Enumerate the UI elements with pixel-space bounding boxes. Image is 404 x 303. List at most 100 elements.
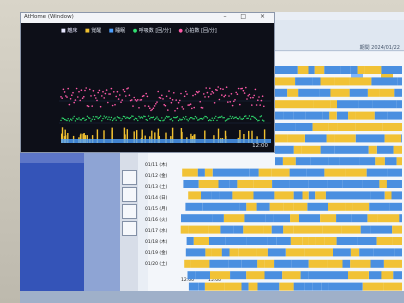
heart-rate-point: [79, 99, 81, 102]
respiration-point: [78, 117, 80, 119]
heart-rate-point: [212, 92, 215, 94]
timeline-segment: [275, 88, 288, 97]
heart-rate-point: [254, 88, 257, 91]
timeline-segment: [348, 282, 363, 291]
respiration-point: [204, 115, 206, 118]
timeline-segment: [287, 134, 305, 143]
respiration-point: [171, 120, 174, 122]
heart-rate-point: [205, 87, 207, 89]
timeline-segment: [186, 237, 194, 245]
timeline-segment: [325, 248, 333, 257]
respiration-point: [144, 115, 146, 118]
timeline-segment: [384, 100, 397, 109]
respiration-point: [123, 116, 126, 118]
timeline-segment: [384, 191, 392, 200]
respiration-point: [96, 116, 98, 118]
timeline-segment: [359, 248, 374, 257]
respiration-point: [183, 118, 186, 120]
timeline-segment: [185, 202, 203, 211]
respiration-point: [248, 115, 251, 117]
heart-rate-point: [241, 87, 243, 90]
timeline-segment: [185, 248, 206, 257]
heart-rate-point: [227, 101, 229, 103]
heart-rate-point: [109, 93, 111, 95]
heart-rate-point: [97, 91, 99, 94]
timeline-segment: [306, 168, 325, 177]
respiration-point: [191, 117, 193, 119]
timeline-segment: [355, 134, 366, 143]
respiration-point: [206, 117, 209, 119]
timeline-segment: [283, 202, 294, 211]
respiration-point: [67, 118, 69, 120]
heart-rate-point: [95, 97, 97, 99]
timeline-segment: [204, 168, 213, 177]
respiration-point: [105, 116, 108, 118]
respiration-point: [235, 116, 237, 118]
respiration-point: [146, 119, 149, 122]
timeline-segment: [229, 248, 239, 257]
respiration-point: [222, 117, 224, 119]
respiration-point: [203, 117, 205, 119]
respiration-point: [210, 119, 212, 122]
heart-rate-point: [224, 94, 227, 97]
heart-rate-point: [170, 101, 173, 104]
timeline-segment: [182, 168, 191, 177]
timeline-segment: [350, 259, 371, 268]
heart-rate-point: [229, 101, 231, 103]
respiration-point: [242, 117, 245, 120]
timeline-segment: [246, 237, 268, 245]
heart-rate-point: [201, 107, 204, 109]
heart-rate-point: [234, 99, 236, 101]
respiration-point: [237, 118, 240, 120]
timeline-segment: [293, 191, 303, 200]
respiration-point: [143, 115, 145, 117]
timeline-segment: [315, 191, 326, 200]
timeline-segment: [367, 214, 378, 223]
timeline-segment: [370, 225, 393, 234]
timeline-segment: [351, 214, 368, 223]
timeline-segment: [320, 214, 337, 223]
timeline-segment: [348, 271, 369, 280]
timeline-segment: [275, 157, 283, 166]
respiration-point: [161, 117, 163, 119]
timeline-segment: [381, 66, 402, 74]
respiration-point: [229, 115, 231, 118]
timeline-segment: [302, 191, 309, 200]
timeline-segment: [297, 66, 309, 74]
timeline-segment: [290, 237, 303, 245]
timeline-segment: [291, 66, 298, 74]
timeline-segment: [376, 145, 394, 154]
respiration-point: [247, 117, 249, 120]
respiration-point: [252, 115, 254, 118]
heart-rate-point: [98, 89, 101, 92]
timeline-segment: [397, 77, 402, 86]
heart-rate-point: [260, 99, 263, 102]
timeline-segment: [367, 88, 380, 97]
heart-rate-point: [74, 99, 77, 101]
heart-rate-point: [104, 92, 107, 95]
heart-rate-point: [67, 87, 69, 90]
respiration-point: [116, 116, 119, 118]
respiration-point: [205, 116, 207, 118]
timeline-segment: [282, 259, 292, 268]
respiration-point: [81, 117, 84, 120]
timeline-segment: [376, 237, 393, 245]
heart-rate-point: [165, 95, 168, 98]
respiration-point: [93, 118, 96, 121]
heart-rate-point: [213, 102, 216, 104]
heart-rate-point: [133, 96, 135, 99]
timeline-segment: [387, 168, 402, 177]
screen: 期間 2024/01/22 01/11 (木) 01/12 (金) 01/13 …: [20, 12, 404, 303]
respiration-point: [174, 117, 176, 119]
respiration-point: [84, 119, 86, 122]
timeline-segment: [308, 237, 316, 245]
respiration-point: [263, 120, 265, 122]
vitals-window[interactable]: AtHome (Window) – □ × ■ 離床 ■ 覚醒 ■ 睡眠 ● 呼…: [20, 12, 275, 153]
timeline-segment: [256, 202, 270, 211]
respiration-point: [211, 117, 213, 119]
timeline-segment: [392, 225, 402, 234]
heart-rate-point: [233, 100, 235, 103]
respiration-point: [99, 115, 102, 117]
timeline-segment: [334, 77, 350, 86]
timeline-segment: [291, 259, 309, 268]
